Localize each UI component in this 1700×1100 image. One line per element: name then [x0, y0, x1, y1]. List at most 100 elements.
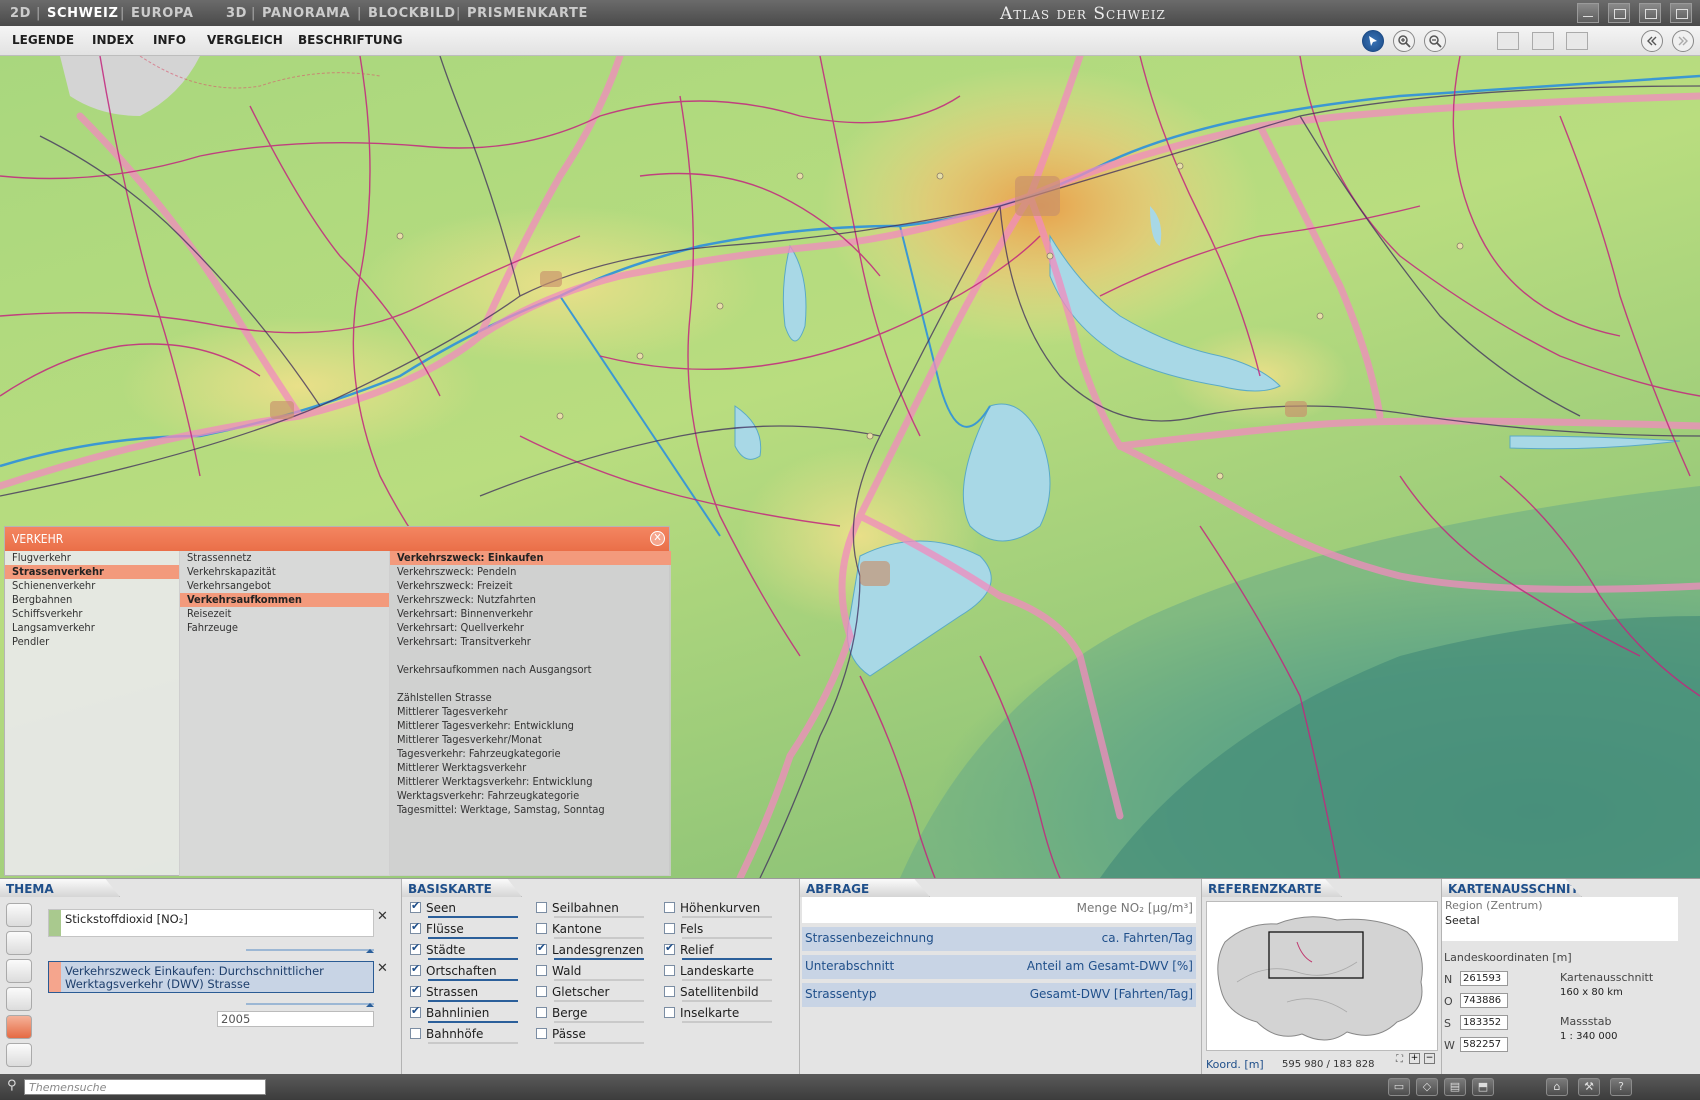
basemap-fels-checkbox[interactable]: Fels — [664, 922, 772, 939]
basemap-landesgrenzen-checkbox[interactable]: Landesgrenzen — [536, 941, 644, 960]
menu-beschriftung[interactable]: BESCHRIFTUNG — [298, 33, 403, 47]
layer-opacity-slider[interactable] — [428, 1042, 518, 1044]
layer-opacity-slider[interactable] — [682, 1021, 772, 1023]
category-item[interactable]: Bergbahnen — [5, 593, 179, 607]
map-item[interactable]: Verkehrsart: Transitverkehr — [390, 635, 671, 649]
checkbox-icon[interactable] — [536, 941, 547, 955]
checkbox-icon[interactable] — [664, 923, 675, 934]
layer-opacity-slider[interactable] — [682, 916, 772, 918]
layer-opacity-slider[interactable] — [428, 916, 518, 918]
map-item[interactable]: Verkehrszweck: Nutzfahrten — [390, 593, 671, 607]
category-item[interactable]: Schienenverkehr — [5, 579, 179, 593]
checkbox-icon[interactable] — [536, 902, 547, 913]
checkbox-icon[interactable] — [410, 983, 421, 997]
checkbox-icon[interactable] — [536, 923, 547, 934]
subcategory-item[interactable]: Fahrzeuge — [180, 621, 389, 635]
map-item[interactable]: Zählstellen Strasse — [390, 691, 671, 705]
menu-vergleich[interactable]: VERGLEICH — [207, 33, 283, 47]
checkbox-icon[interactable] — [410, 941, 421, 955]
map-item[interactable]: Mittlerer Tagesverkehr: Entwicklung — [390, 719, 671, 733]
layer-opacity-slider[interactable] — [554, 916, 644, 918]
close-icon[interactable]: ✕ — [650, 531, 665, 546]
map-item[interactable]: Verkehrszweck: Freizeit — [390, 579, 671, 593]
opacity-slider[interactable] — [246, 1003, 374, 1007]
menu-index[interactable]: INDEX — [92, 33, 134, 47]
south-input[interactable]: 183352 — [1460, 1015, 1508, 1030]
year-field[interactable]: 2005 — [217, 1011, 374, 1027]
layer-opacity-slider[interactable] — [554, 979, 644, 981]
checkbox-icon[interactable] — [664, 941, 675, 955]
layer-opacity-slider[interactable] — [428, 1000, 518, 1002]
checkbox-icon[interactable] — [410, 1004, 421, 1018]
basemap-inselkarte-checkbox[interactable]: Inselkarte — [664, 1006, 772, 1023]
subcategory-item[interactable]: Verkehrsaufkommen — [180, 593, 389, 607]
category-item[interactable]: Schiffsverkehr — [5, 607, 179, 621]
basemap-berge-checkbox[interactable]: Berge — [536, 1006, 644, 1023]
tools-icon[interactable]: ⚒ — [1578, 1078, 1600, 1096]
minimize-icon[interactable] — [1577, 3, 1599, 23]
basemap-pässe-checkbox[interactable]: Pässe — [536, 1027, 644, 1044]
category-item[interactable]: Pendler — [5, 635, 179, 649]
tab-blockbild[interactable]: BLOCKBILD — [368, 6, 456, 21]
layer-opacity-slider[interactable] — [554, 937, 644, 939]
fit-icon[interactable]: ⛶ — [1396, 1054, 1403, 1065]
map-item[interactable]: Verkehrsart: Quellverkehr — [390, 621, 671, 635]
category-item[interactable]: Strassenverkehr — [5, 565, 179, 579]
basemap-seen-checkbox[interactable]: Seen — [410, 899, 518, 918]
basemap-bahnlinien-checkbox[interactable]: Bahnlinien — [410, 1004, 518, 1023]
basemap-gletscher-checkbox[interactable]: Gletscher — [536, 985, 644, 1002]
fullscreen-icon[interactable] — [1670, 3, 1692, 23]
layer-opacity-slider[interactable] — [682, 979, 772, 981]
east-input[interactable]: 743886 — [1460, 993, 1508, 1008]
map-item[interactable]: Mittlerer Werktagsverkehr — [390, 761, 671, 775]
north-input[interactable]: 261593 — [1460, 971, 1508, 986]
tab-panorama[interactable]: PANORAMA — [262, 6, 350, 21]
basemap-landeskarte-checkbox[interactable]: Landeskarte — [664, 964, 772, 981]
west-input[interactable]: 582257 — [1460, 1037, 1508, 1052]
layer-opacity-slider[interactable] — [428, 1021, 518, 1023]
overlay-icon[interactable] — [1566, 32, 1588, 50]
basemap-relief-checkbox[interactable]: Relief — [664, 941, 772, 960]
back-icon[interactable] — [1641, 30, 1663, 52]
ref-zoom-in-icon[interactable]: + — [1409, 1053, 1420, 1064]
checkbox-icon[interactable] — [536, 1007, 547, 1018]
map-item[interactable]: Verkehrszweck: Einkaufen — [390, 551, 671, 565]
basemap-seilbahnen-checkbox[interactable]: Seilbahnen — [536, 901, 644, 918]
tab-schweiz[interactable]: SCHWEIZ — [47, 6, 118, 21]
map-item[interactable]: Verkehrsaufkommen nach Ausgangsort — [390, 663, 671, 677]
layer-opacity-slider[interactable] — [554, 1000, 644, 1002]
tab-prismenkarte[interactable]: PRISMENKARTE — [467, 6, 588, 21]
reference-map[interactable] — [1206, 901, 1438, 1051]
map-view[interactable]: VERKEHR ✕ Flugverkehr Strassenverkehr Schi… — [0, 56, 1700, 878]
map-item[interactable]: Verkehrsart: Binnenverkehr — [390, 607, 671, 621]
map-item[interactable]: Tagesverkehr: Fahrzeugkategorie — [390, 747, 671, 761]
subcategory-item[interactable]: Verkehrsangebot — [180, 579, 389, 593]
checkbox-icon[interactable] — [410, 962, 421, 976]
checkbox-icon[interactable] — [536, 986, 547, 997]
menu-info[interactable]: INFO — [153, 33, 186, 47]
subcategory-item[interactable]: Verkehrskapazität — [180, 565, 389, 579]
menu-legende[interactable]: LEGENDE — [12, 33, 74, 47]
theme-layer-no2[interactable]: Stickstoffdioxid [NO₂] — [48, 909, 374, 937]
checkbox-icon[interactable] — [536, 1028, 547, 1039]
subcategory-item[interactable]: Reisezeit — [180, 607, 389, 621]
basemap-höhenkurven-checkbox[interactable]: Höhenkurven — [664, 901, 772, 918]
checkbox-icon[interactable] — [664, 965, 675, 976]
zoom-out-icon[interactable] — [1424, 30, 1446, 52]
basemap-flüsse-checkbox[interactable]: Flüsse — [410, 920, 518, 939]
map-item[interactable]: Tagesmittel: Werktage, Samstag, Sonntag — [390, 803, 671, 817]
checkbox-icon[interactable] — [664, 986, 675, 997]
map-item[interactable]: Mittlerer Tagesverkehr — [390, 705, 671, 719]
layer-opacity-slider[interactable] — [554, 958, 644, 960]
basemap-kantone-checkbox[interactable]: Kantone — [536, 922, 644, 939]
checkbox-icon[interactable] — [410, 1028, 421, 1039]
map-item[interactable]: Verkehrszweck: Pendeln — [390, 565, 671, 579]
basemap-bahnhöfe-checkbox[interactable]: Bahnhöfe — [410, 1027, 518, 1044]
tab-3d[interactable]: 3D — [226, 6, 247, 21]
layer-opacity-slider[interactable] — [428, 958, 518, 960]
theme-layer-traffic[interactable]: Verkehrszweck Einkaufen: Durchschnittlic… — [48, 961, 374, 993]
forward-icon[interactable] — [1672, 30, 1694, 52]
map-item[interactable]: Werktagsverkehr: Fahrzeugkategorie — [390, 789, 671, 803]
layer-handle[interactable] — [49, 910, 61, 936]
layer-opacity-slider[interactable] — [554, 1021, 644, 1023]
